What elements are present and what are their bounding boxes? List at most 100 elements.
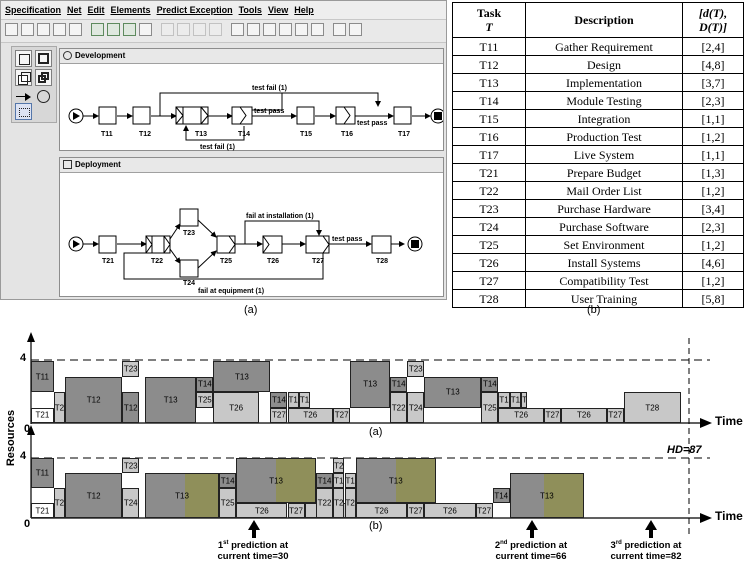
new-icon[interactable] <box>5 23 18 36</box>
gantt-block-t15: T15 <box>333 473 345 488</box>
prediction-note-3: 3rd prediction at current time=82 <box>596 538 696 562</box>
redo-icon[interactable] <box>177 23 190 36</box>
editor-window: Specification Net Edit Elements Predict Exce… <box>0 0 447 300</box>
cell-description: Purchase Software <box>525 217 683 236</box>
marquee-icon[interactable] <box>15 103 32 120</box>
gantt-block-t13: T13 <box>145 473 220 518</box>
align-right-icon[interactable] <box>263 23 276 36</box>
cell-interval: [1,1] <box>682 145 744 164</box>
cell-description: Purchase Hardware <box>525 199 683 218</box>
prediction-note-2: 2nd prediction at current time=66 <box>479 538 583 562</box>
cell-task: T22 <box>452 181 526 200</box>
cell-description: Gather Requirement <box>525 37 683 56</box>
table-row: T25 Set Environment [1,2] <box>452 235 744 254</box>
gantt-block-label: T26 <box>374 506 389 515</box>
cell-task: T16 <box>452 127 526 146</box>
open-icon[interactable] <box>21 23 34 36</box>
gantt-block-t26: T26 <box>236 503 288 518</box>
saveas-icon[interactable] <box>53 23 66 36</box>
menu-elements[interactable]: Elements <box>109 1 153 19</box>
cell-task: T24 <box>452 217 526 236</box>
cell-description: Design <box>525 55 683 74</box>
development-panel-header[interactable]: Development <box>60 49 443 64</box>
cell-interval: [3,4] <box>682 199 744 218</box>
analyze-icon[interactable] <box>139 23 152 36</box>
gantt-block-label: T27 <box>477 506 492 515</box>
table-row: T11 Gather Requirement [2,4] <box>452 37 744 56</box>
col-header-task-line2: T <box>485 20 493 34</box>
col-header-task-line1: Task <box>476 6 502 20</box>
export-icon[interactable] <box>123 23 136 36</box>
gantt-block-t14: T14 <box>492 488 510 503</box>
menu-specification[interactable]: Specification <box>3 1 63 19</box>
deployment-panel-header[interactable]: Deployment <box>60 158 443 173</box>
caption-a-top: (a) <box>244 304 258 316</box>
menu-tools[interactable]: Tools <box>237 1 264 19</box>
cell-description: Implementation <box>525 73 683 92</box>
multi-task-icon[interactable] <box>15 69 32 86</box>
prediction-arrows <box>248 520 657 538</box>
cell-description: Production Test <box>525 127 683 146</box>
cell-interval: [1,3] <box>682 163 744 182</box>
gantt-block-t25: T25 <box>344 488 356 518</box>
table-row: T13 Implementation [3,7] <box>452 73 744 92</box>
delete-icon[interactable] <box>209 23 222 36</box>
net-icon <box>63 51 72 60</box>
col-header-task: Task T <box>452 2 526 38</box>
task-label-T11: T11 <box>101 131 113 138</box>
prediction-1-text: prediction at <box>228 540 289 552</box>
menu-edit[interactable]: Edit <box>86 1 107 19</box>
menu-help[interactable]: Help <box>292 1 316 19</box>
cell-interval: [1,2] <box>682 127 744 146</box>
cell-description: Prepare Budget <box>525 163 683 182</box>
cell-description: Mail Order List <box>525 181 683 200</box>
cell-description: Compatibility Test <box>525 271 683 290</box>
gantt-block-label: T23 <box>123 461 138 470</box>
gantt-block-t12: T12 <box>65 473 123 518</box>
task-label-T17: T17 <box>398 131 410 138</box>
edge-label-fail-equipment: fail at equipment (1) <box>198 288 264 295</box>
task-label-T14: T14 <box>238 131 250 138</box>
cell-task: T23 <box>452 199 526 218</box>
gantt-block-label: T24 <box>123 498 138 508</box>
cell-description: Set Environment <box>525 235 683 254</box>
cell-task: T27 <box>452 271 526 290</box>
table-row: T22 Mail Order List [1,2] <box>452 181 744 200</box>
gantt-block-label: T21 <box>35 506 50 515</box>
atomic-task-icon[interactable] <box>15 50 32 67</box>
align-middle-icon[interactable] <box>295 23 308 36</box>
toolbar <box>1 20 446 43</box>
gantt-block-t24: T24 <box>333 488 345 518</box>
cell-description: Module Testing <box>525 91 683 110</box>
condition-icon[interactable] <box>35 88 52 105</box>
zoom-icon[interactable] <box>333 23 346 36</box>
prediction-2-text: prediction at <box>507 540 568 552</box>
undo-icon[interactable] <box>193 23 206 36</box>
gantt-block-t22: T22 <box>316 488 334 518</box>
gantt-block-label: T14 <box>317 476 332 485</box>
menu-view[interactable]: View <box>266 1 290 19</box>
task-label-T28: T28 <box>376 258 388 265</box>
check-icon[interactable] <box>91 23 104 36</box>
check-all-icon[interactable] <box>107 23 120 36</box>
save-icon[interactable] <box>37 23 50 36</box>
align-left-icon[interactable] <box>231 23 244 36</box>
align-top-icon[interactable] <box>279 23 292 36</box>
table-header-row: Task T Description [d(T), D(T)] <box>452 2 744 38</box>
cell-task: T13 <box>452 73 526 92</box>
gantt-block-label: T13 <box>388 476 403 485</box>
composite-multi-task-icon[interactable] <box>35 69 52 86</box>
align-bottom-icon[interactable] <box>311 23 324 36</box>
composite-task-icon[interactable] <box>35 50 52 67</box>
gantt-block-label: T22 <box>317 498 332 508</box>
gantt-block-t26: T26 <box>355 503 408 518</box>
element-palette <box>11 46 57 123</box>
fit-icon[interactable] <box>349 23 362 36</box>
menu-net[interactable]: Net <box>65 1 84 19</box>
align-center-icon[interactable] <box>247 23 260 36</box>
cell-task: T15 <box>452 109 526 128</box>
deployment-net-panel: Deployment T21 T22 T23 T24 T25 T26 T27 T… <box>59 157 444 297</box>
print-icon[interactable] <box>69 23 82 36</box>
menu-predict-exception[interactable]: Predict Exception <box>155 1 235 19</box>
compare-icon[interactable] <box>161 23 174 36</box>
